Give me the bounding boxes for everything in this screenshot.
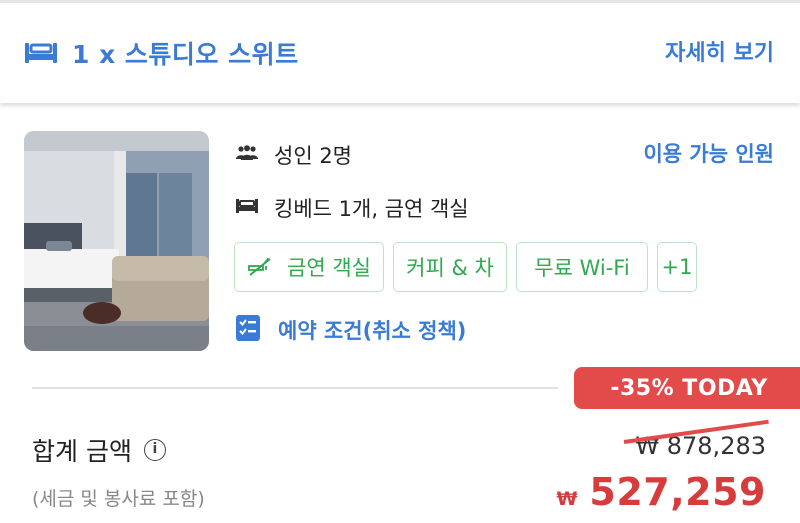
info-icon[interactable]: i <box>143 439 166 461</box>
group-icon <box>236 145 258 165</box>
policy-link-label: 예약 조건(취소 정책) <box>278 319 467 343</box>
amenity-chip-no-smoking: 금연 객실 <box>234 242 384 292</box>
amenity-label: 커피 & 차 <box>406 256 494 280</box>
divider <box>32 387 558 389</box>
discount-badge: -35% TODAY <box>574 367 800 409</box>
no-smoking-icon <box>247 257 273 277</box>
bed-row: 킹베드 1개, 금연 객실 <box>236 193 469 223</box>
occupancy-link[interactable]: 이용 가능 인원 <box>643 138 774 168</box>
occupancy-row: 성인 2명 <box>236 140 352 170</box>
tax-note: (세금 및 봉사료 포함) <box>32 488 205 510</box>
room-header: 1 x 스튜디오 스위트 자세히 보기 <box>0 0 800 103</box>
bed-small-icon <box>236 198 258 218</box>
amenity-label: 무료 Wi-Fi <box>534 256 630 280</box>
room-photo <box>24 131 209 351</box>
occupancy-text: 성인 2명 <box>274 144 352 168</box>
final-price: ₩ 527,259 <box>556 470 766 514</box>
amenity-more-label: +1 <box>661 255 693 279</box>
bed-icon <box>24 41 58 69</box>
policy-link[interactable]: 예약 조건(취소 정책) <box>236 315 466 345</box>
total-label: 합계 금액 i <box>32 432 166 468</box>
details-link[interactable]: 자세히 보기 <box>665 35 774 67</box>
currency-symbol: ₩ <box>556 488 578 510</box>
checklist-icon <box>236 315 260 345</box>
bed-text: 킹베드 1개, 금연 객실 <box>274 197 469 221</box>
total-label-text: 합계 금액 <box>32 437 132 466</box>
amenity-label: 금연 객실 <box>287 256 371 280</box>
final-price-amount: 527,259 <box>589 470 766 514</box>
room-title: 1 x 스튜디오 스위트 <box>72 40 299 69</box>
amenity-chip-coffee: 커피 & 차 <box>393 242 507 292</box>
amenity-chip-wifi: 무료 Wi-Fi <box>516 242 648 292</box>
amenity-more-button[interactable]: +1 <box>657 242 697 292</box>
